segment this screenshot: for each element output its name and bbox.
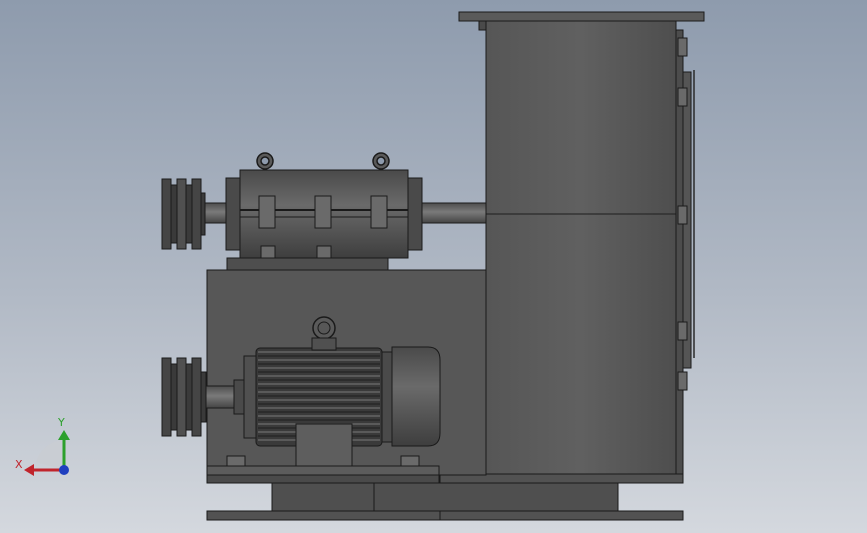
orientation-triad: X Y	[15, 416, 70, 476]
x-axis-label: X	[15, 458, 23, 471]
graphics-viewport[interactable]: X Y	[0, 0, 867, 533]
y-axis-label: Y	[57, 416, 65, 429]
